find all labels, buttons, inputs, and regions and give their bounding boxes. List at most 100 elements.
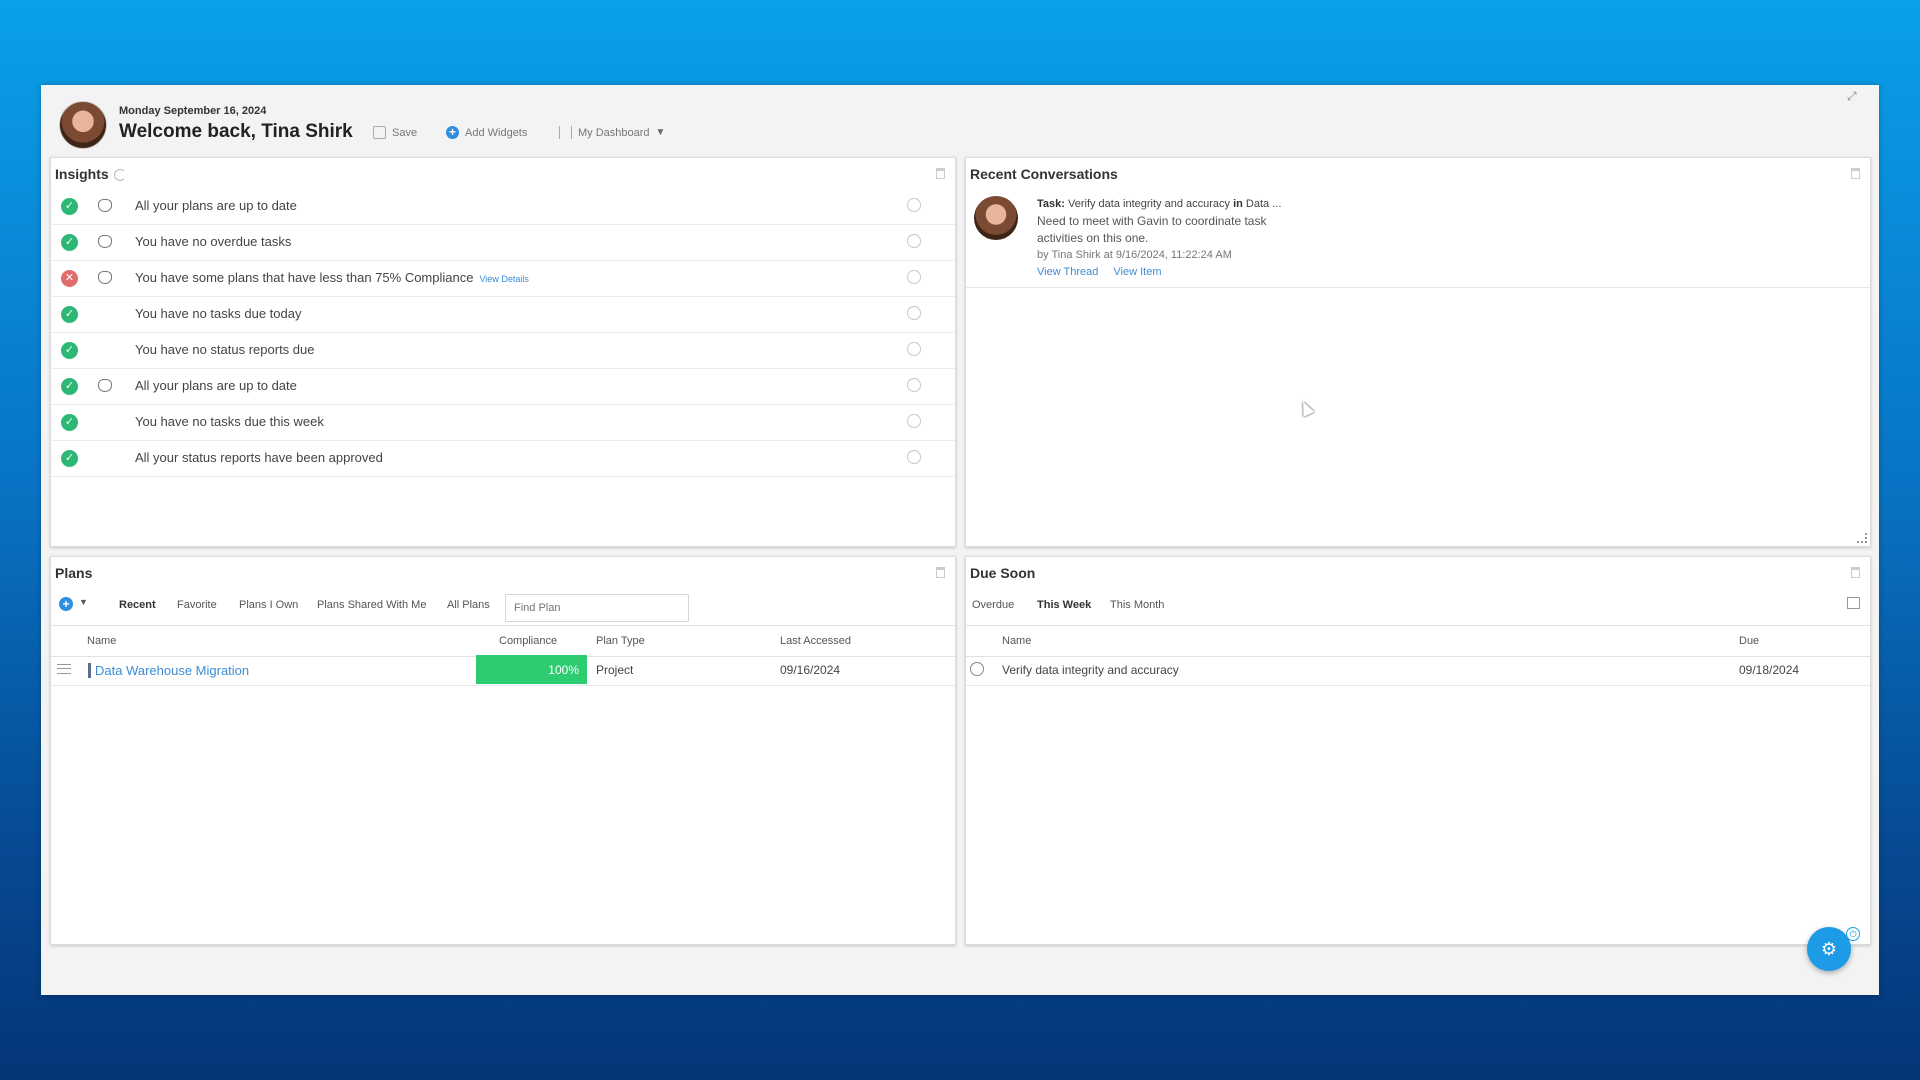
insight-text-wrap: You have some plans that have less than … [135,270,529,285]
alarm-clock-icon[interactable] [907,234,921,248]
add-plan-icon[interactable]: + [59,597,73,611]
alarm-clock-icon[interactable] [907,270,921,284]
dashboard-header: Monday September 16, 2024 Welcome back, … [59,101,959,151]
insight-text: You have no tasks due this week [135,414,324,429]
divider [966,287,1870,288]
delete-widget-icon[interactable] [1851,567,1860,578]
delete-widget-icon[interactable] [936,168,945,179]
tab-plans-i-own[interactable]: Plans I Own [239,599,298,611]
due-soon-table-header: Name Due [966,625,1870,657]
copy-icon[interactable] [1847,597,1860,609]
plan-reference: Data ... [1245,198,1282,210]
delete-widget-icon[interactable] [936,567,945,578]
find-plan-input[interactable] [505,594,689,622]
column-name[interactable]: Name [1002,635,1031,647]
conversation-links: View Thread View Item [1037,264,1297,281]
tab-this-week[interactable]: This Week [1037,599,1091,611]
delete-widget-icon[interactable] [1851,168,1860,179]
check-circle-icon: ✓ [61,378,78,395]
chevron-down-icon: ▼ [655,127,666,138]
tab-all-plans[interactable]: All Plans [447,599,490,611]
save-button[interactable]: Save [373,126,417,139]
table-row[interactable]: Verify data integrity and accuracy 09/18… [966,655,1870,686]
column-due[interactable]: Due [1739,635,1759,647]
alarm-clock-icon[interactable] [907,450,921,464]
tab-plans-shared-with-me[interactable]: Plans Shared With Me [317,599,426,611]
refresh-icon[interactable] [114,169,126,181]
conversation-byline: by Tina Shirk at 9/16/2024, 11:22:24 AM [1037,249,1232,261]
expand-icon[interactable]: ⤢ [1847,89,1861,103]
shield-icon [98,379,112,392]
insight-row: ✓ All your status reports have been appro… [51,440,955,477]
task-name: Verify data integrity and accuracy [1067,198,1231,210]
tab-this-month[interactable]: This Month [1110,599,1164,611]
dashboard-label: My Dashboard [578,126,650,139]
table-row[interactable]: Data Warehouse Migration 100% Project 09… [51,655,955,686]
insight-text: All your plans are up to date [135,378,297,393]
insight-text: You have no tasks due today [135,306,302,321]
insight-text: You have no overdue tasks [135,234,292,249]
in-word: in [1233,198,1243,210]
chevron-down-icon[interactable]: ▼ [79,597,88,607]
view-item-link[interactable]: View Item [1113,266,1161,278]
insights-panel: Insights ✓ All your plans are up to date ✓… [50,157,956,547]
tab-recent[interactable]: Recent [119,599,156,611]
check-circle-icon: ✓ [61,306,78,323]
plans-title: Plans [55,565,93,581]
view-details-link[interactable]: View Details [479,274,528,284]
conversations-title: Recent Conversations [970,166,1118,182]
column-last-accessed[interactable]: Last Accessed [780,635,851,647]
alarm-clock-icon[interactable] [907,342,921,356]
complete-task-radio[interactable] [970,662,984,676]
task-prefix: Task: [1037,198,1065,210]
due-soon-panel: Due Soon Overdue This Week This Month Na… [965,556,1871,945]
insight-text: All your status reports have been approv… [135,450,383,465]
conversation-item: Task: Verify data integrity and accuracy… [1037,196,1297,281]
view-thread-link[interactable]: View Thread [1037,266,1098,278]
error-circle-icon: ✕ [61,270,78,287]
conversation-avatar [974,196,1018,240]
save-icon [373,126,386,139]
check-circle-icon: ✓ [61,198,78,215]
resize-handle-icon[interactable] [1857,533,1867,543]
compliance-bar: 100% [476,655,587,684]
tab-favorite[interactable]: Favorite [177,599,217,611]
tab-overdue[interactable]: Overdue [972,599,1014,611]
add-widgets-label: Add Widgets [465,126,528,139]
conversation-message: Need to meet with Gavin to coordinate ta… [1037,214,1267,245]
shield-icon [98,235,112,248]
column-name[interactable]: Name [87,635,116,647]
insight-row: ✓ You have no overdue tasks [51,224,955,261]
insight-row: ✓ You have no tasks due today [51,296,955,333]
alarm-clock-icon[interactable] [907,198,921,212]
add-widgets-button[interactable]: + Add Widgets [446,126,527,139]
due-date-cell: 09/18/2024 [1739,663,1800,677]
due-soon-title: Due Soon [970,565,1036,581]
shield-icon [98,271,112,284]
plan-type-cell: Project [596,663,634,677]
my-dashboard-dropdown[interactable]: My Dashboard ▼ [559,126,665,139]
user-avatar[interactable] [59,101,107,149]
column-compliance[interactable]: Compliance [499,635,557,647]
insights-title: Insights [55,166,109,182]
task-name-cell[interactable]: Verify data integrity and accuracy [1002,663,1179,677]
insight-row: ✓ All your plans are up to date [51,188,955,225]
row-menu-icon[interactable] [57,664,71,674]
assistant-icon: ⚙ [1820,939,1838,959]
compliance-value: 100% [548,663,579,677]
check-circle-icon: ✓ [61,414,78,431]
save-label: Save [392,126,418,139]
alarm-clock-icon[interactable] [907,306,921,320]
assistant-button[interactable]: ⚙ [1807,927,1851,971]
insight-row: ✓ You have no status reports due [51,332,955,369]
check-circle-icon: ✓ [61,342,78,359]
dashboard-window: ⤢ Monday September 16, 2024 Welcome back… [41,85,1879,995]
insight-row: ✓ You have no tasks due this week [51,404,955,441]
due-soon-toolbar: Overdue This Week This Month [966,594,1870,620]
column-plan-type[interactable]: Plan Type [596,635,645,647]
current-date: Monday September 16, 2024 [119,105,267,117]
alarm-clock-icon[interactable] [907,378,921,392]
power-badge-icon[interactable]: ⏻ [1846,927,1860,941]
alarm-clock-icon[interactable] [907,414,921,428]
plan-name-link[interactable]: Data Warehouse Migration [88,663,249,678]
